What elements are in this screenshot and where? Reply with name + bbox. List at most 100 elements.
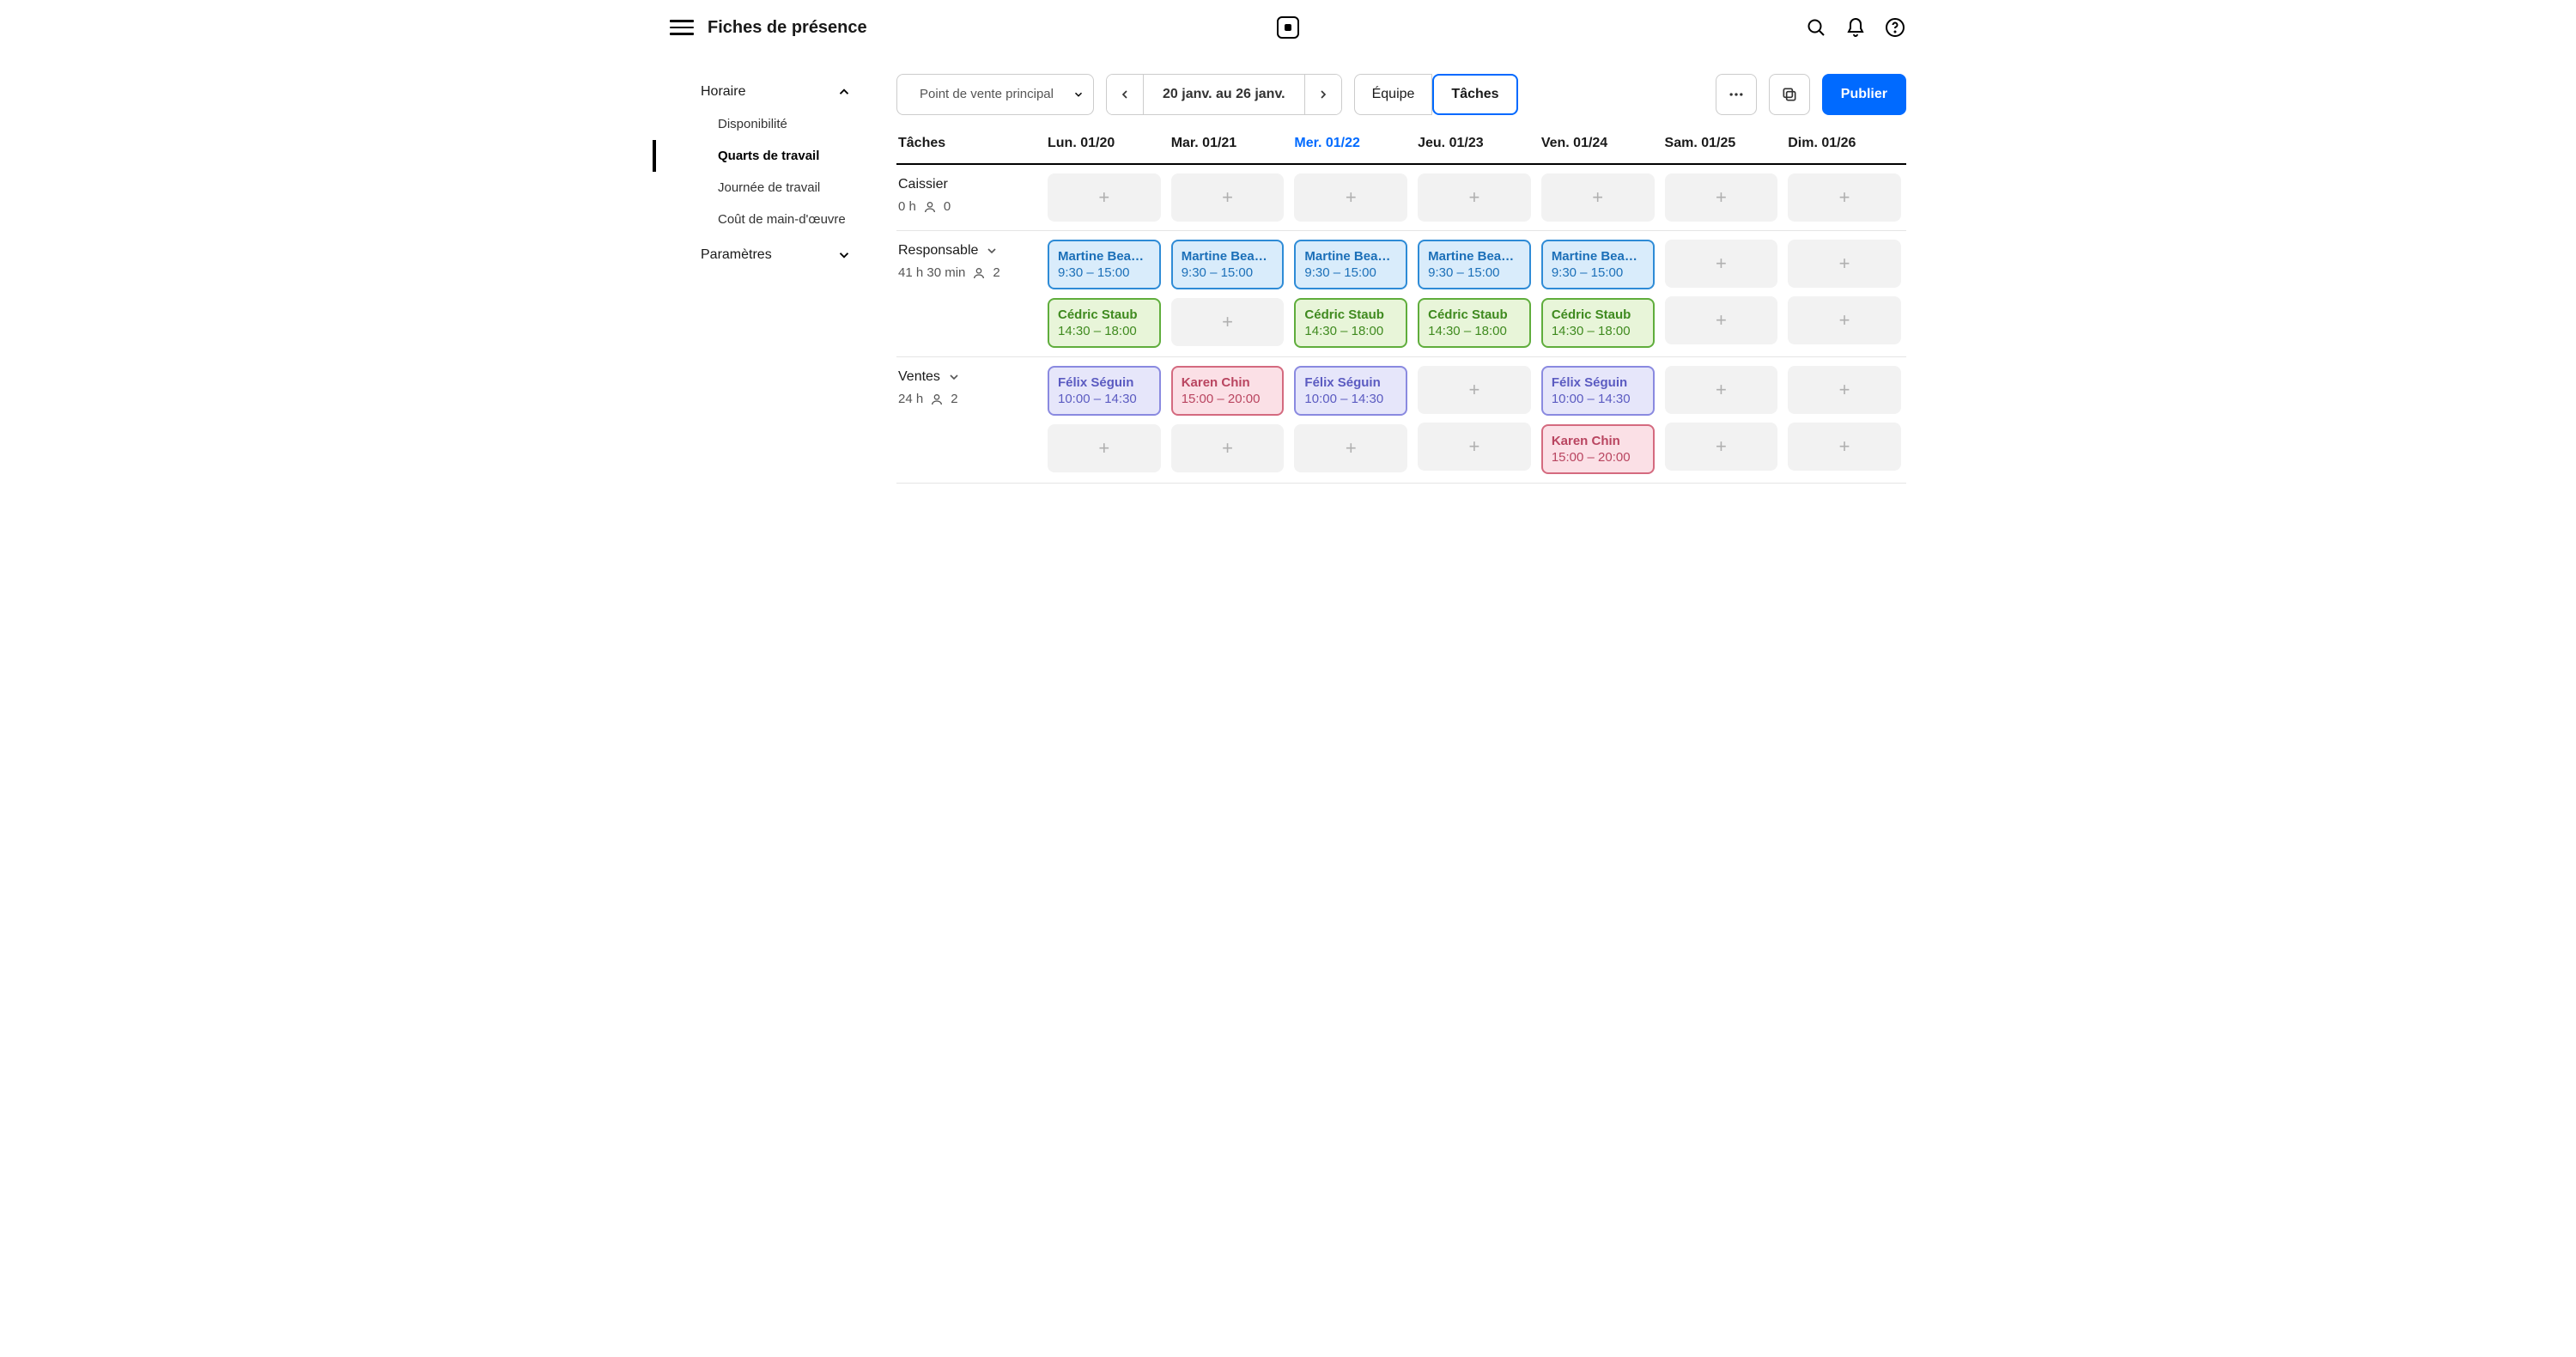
add-shift-cell[interactable]: + bbox=[1665, 366, 1778, 414]
add-shift-cell[interactable]: + bbox=[1294, 173, 1407, 222]
job-row-sales: Ventes 24 h 2 Félix Séguin10: bbox=[896, 357, 1906, 484]
shift-time: 10:00 – 14:30 bbox=[1552, 392, 1644, 406]
date-range-picker: 20 janv. au 26 janv. bbox=[1106, 74, 1342, 115]
shift-card[interactable]: Cédric Staub14:30 – 18:00 bbox=[1418, 298, 1531, 348]
shift-card[interactable]: Cédric Staub14:30 – 18:00 bbox=[1048, 298, 1161, 348]
shift-card[interactable]: Martine Bea…9:30 – 15:00 bbox=[1294, 240, 1407, 289]
add-shift-cell[interactable]: + bbox=[1048, 424, 1161, 472]
location-dropdown[interactable]: Point de vente principal bbox=[896, 74, 1094, 115]
view-team-tab[interactable]: Équipe bbox=[1354, 74, 1433, 115]
shift-card[interactable]: Martine Bea…9:30 – 15:00 bbox=[1418, 240, 1531, 289]
add-shift-cell[interactable]: + bbox=[1418, 423, 1531, 471]
shift-name: Félix Séguin bbox=[1304, 375, 1397, 390]
square-logo-icon bbox=[1277, 16, 1299, 39]
add-shift-cell[interactable]: + bbox=[1788, 240, 1901, 288]
add-shift-cell[interactable]: + bbox=[1418, 173, 1531, 222]
nav-group-horaire[interactable]: Horaire bbox=[653, 76, 876, 108]
shift-name: Martine Bea… bbox=[1304, 249, 1397, 264]
shift-time: 15:00 – 20:00 bbox=[1552, 450, 1644, 465]
shift-card[interactable]: Cédric Staub14:30 – 18:00 bbox=[1294, 298, 1407, 348]
col-day-fri: Ven. 01/24 bbox=[1536, 127, 1660, 164]
shift-name: Cédric Staub bbox=[1552, 307, 1644, 322]
shift-card[interactable]: Cédric Staub 14:30 – 18:00 bbox=[1541, 298, 1655, 348]
chevron-down-icon[interactable] bbox=[985, 244, 999, 258]
plus-icon: + bbox=[1469, 186, 1480, 209]
date-range-label[interactable]: 20 janv. au 26 janv. bbox=[1143, 75, 1305, 114]
nav-item-cout[interactable]: Coût de main-d'œuvre bbox=[653, 204, 876, 235]
plus-icon: + bbox=[1346, 437, 1357, 459]
add-shift-cell[interactable]: + bbox=[1788, 296, 1901, 344]
nav-item-disponibilite[interactable]: Disponibilité bbox=[653, 108, 876, 140]
shift-card[interactable]: Martine Bea…9:30 – 15:00 bbox=[1541, 240, 1655, 289]
chevron-down-icon bbox=[836, 247, 852, 263]
toolbar: Point de vente principal 20 janv. au 26 … bbox=[876, 55, 1906, 127]
shift-name: Martine Bea… bbox=[1428, 249, 1521, 264]
nav-group-parametres[interactable]: Paramètres bbox=[653, 239, 876, 271]
plus-icon: + bbox=[1098, 186, 1109, 209]
shift-card[interactable]: Karen Chin15:00 – 20:00 bbox=[1171, 366, 1285, 416]
shift-card[interactable]: Félix Séguin10:00 – 14:30 bbox=[1541, 366, 1655, 416]
shift-time: 9:30 – 15:00 bbox=[1182, 265, 1274, 280]
shift-card[interactable]: Félix Séguin10:00 – 14:30 bbox=[1048, 366, 1161, 416]
add-shift-cell[interactable]: + bbox=[1788, 366, 1901, 414]
shift-name: Cédric Staub bbox=[1428, 307, 1521, 322]
prev-week-button[interactable] bbox=[1107, 75, 1143, 114]
add-shift-cell[interactable]: + bbox=[1171, 298, 1285, 346]
job-hours: 41 h 30 min bbox=[898, 265, 965, 280]
job-people: 2 bbox=[993, 265, 999, 280]
shift-card[interactable]: Martine Bea…9:30 – 15:00 bbox=[1048, 240, 1161, 289]
topbar: Fiches de présence bbox=[653, 0, 1923, 55]
plus-icon: + bbox=[1469, 379, 1480, 401]
add-shift-cell[interactable]: + bbox=[1665, 423, 1778, 471]
nav-group-label: Paramètres bbox=[701, 247, 772, 263]
plus-icon: + bbox=[1839, 379, 1850, 401]
plus-icon: + bbox=[1222, 186, 1233, 209]
plus-icon: + bbox=[1222, 437, 1233, 459]
shift-time: 10:00 – 14:30 bbox=[1058, 392, 1151, 406]
more-button[interactable] bbox=[1716, 74, 1757, 115]
add-shift-cell[interactable]: + bbox=[1788, 173, 1901, 222]
page-title: Fiches de présence bbox=[708, 18, 867, 38]
chevron-down-icon[interactable] bbox=[947, 370, 961, 384]
add-shift-cell[interactable]: + bbox=[1048, 173, 1161, 222]
add-shift-cell[interactable]: + bbox=[1418, 366, 1531, 414]
search-icon[interactable] bbox=[1805, 16, 1827, 39]
add-shift-cell[interactable]: + bbox=[1665, 240, 1778, 288]
nav-item-quarts[interactable]: Quarts de travail bbox=[653, 140, 876, 172]
people-icon bbox=[923, 200, 937, 214]
shift-time: 14:30 – 18:00 bbox=[1304, 324, 1397, 338]
bell-icon[interactable] bbox=[1844, 16, 1867, 39]
view-jobs-tab[interactable]: Tâches bbox=[1432, 74, 1517, 115]
shift-time: 14:30 – 18:00 bbox=[1552, 324, 1644, 338]
add-shift-cell[interactable]: + bbox=[1665, 173, 1778, 222]
shift-card[interactable]: Martine Bea…9:30 – 15:00 bbox=[1171, 240, 1285, 289]
shift-name: Martine Bea… bbox=[1058, 249, 1151, 264]
job-people: 2 bbox=[951, 392, 957, 406]
plus-icon: + bbox=[1222, 311, 1233, 333]
plus-icon: + bbox=[1716, 435, 1727, 458]
add-shift-cell[interactable]: + bbox=[1788, 423, 1901, 471]
plus-icon: + bbox=[1469, 435, 1480, 458]
shift-time: 9:30 – 15:00 bbox=[1428, 265, 1521, 280]
shift-card[interactable]: Karen Chin15:00 – 20:00 bbox=[1541, 424, 1655, 474]
shift-time: 9:30 – 15:00 bbox=[1058, 265, 1151, 280]
people-icon bbox=[930, 392, 944, 406]
add-shift-cell[interactable]: + bbox=[1171, 173, 1285, 222]
shift-name: Martine Bea… bbox=[1552, 249, 1644, 264]
nav-item-journee[interactable]: Journée de travail bbox=[653, 172, 876, 204]
job-people: 0 bbox=[944, 199, 951, 214]
add-shift-cell[interactable]: + bbox=[1294, 424, 1407, 472]
publish-button[interactable]: Publier bbox=[1822, 74, 1906, 115]
add-shift-cell[interactable]: + bbox=[1171, 424, 1285, 472]
col-day-wed: Mer. 01/22 bbox=[1289, 127, 1413, 164]
col-day-thu: Jeu. 01/23 bbox=[1413, 127, 1536, 164]
job-meta: 41 h 30 min 2 bbox=[898, 265, 1037, 280]
copy-button[interactable] bbox=[1769, 74, 1810, 115]
shift-card[interactable]: Félix Séguin10:00 – 14:30 bbox=[1294, 366, 1407, 416]
add-shift-cell[interactable]: + bbox=[1541, 173, 1655, 222]
next-week-button[interactable] bbox=[1305, 75, 1341, 114]
help-icon[interactable] bbox=[1884, 16, 1906, 39]
menu-icon[interactable] bbox=[670, 15, 694, 40]
job-name: Ventes bbox=[898, 369, 940, 385]
add-shift-cell[interactable]: + bbox=[1665, 296, 1778, 344]
